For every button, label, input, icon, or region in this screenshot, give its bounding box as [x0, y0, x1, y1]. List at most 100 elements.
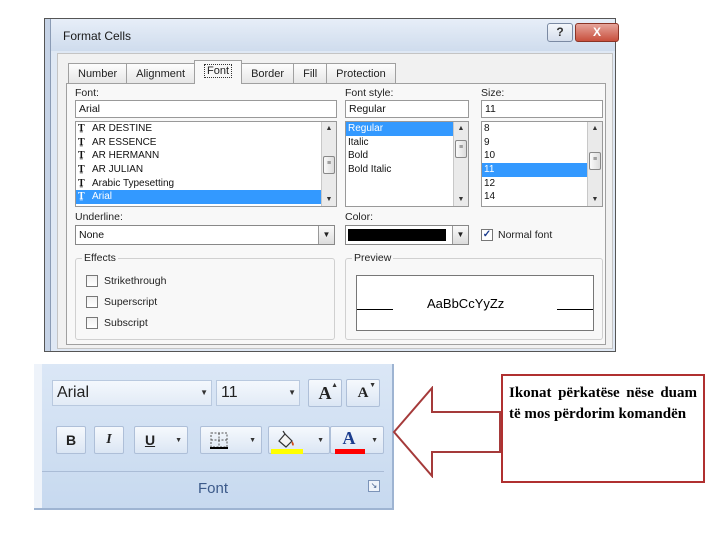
borders-button[interactable]: ▼ [200, 426, 262, 454]
tab-number[interactable]: Number [68, 63, 128, 84]
grow-font-button[interactable]: A ▲ [308, 379, 342, 407]
list-item[interactable]: 10 [482, 149, 602, 163]
truetype-icon: Ṯ [78, 123, 85, 134]
ribbon-font-name: Arial [57, 384, 90, 401]
font-item-label: AR DESTINE [92, 123, 153, 134]
font-label: Font: [75, 87, 99, 99]
color-dropdown[interactable]: ▼ [345, 225, 469, 245]
underline-value: None [79, 229, 105, 241]
subscript-label: Subscript [104, 317, 148, 329]
preview-sample: AaBbCcYyZz [427, 296, 505, 311]
font-item-label: AR ESSENCE [92, 136, 157, 148]
scroll-down-icon[interactable]: ▼ [454, 193, 468, 206]
tab-label: Number [78, 68, 118, 80]
chevron-down-icon[interactable]: ▼ [318, 226, 334, 244]
list-item[interactable]: Bold Italic [346, 163, 468, 177]
list-item[interactable]: Italic [346, 136, 468, 150]
size-input[interactable]: 11 [481, 100, 603, 118]
font-style-label: Font style: [345, 87, 394, 99]
tab-font[interactable]: Font [194, 60, 243, 84]
tab-border[interactable]: Border [241, 63, 295, 84]
font-item-label: Arabic Typesetting [92, 177, 175, 189]
underline-label: Underline: [75, 211, 123, 223]
list-item-selected[interactable]: Ṯ Arial [76, 190, 336, 205]
list-item[interactable]: Ṯ AR HERMANN [76, 149, 336, 163]
preview-title: Preview [352, 252, 394, 264]
list-item[interactable]: 9 [482, 136, 602, 150]
chevron-down-icon[interactable]: ▼ [288, 388, 296, 397]
font-style-scrollbar[interactable]: ▲ ≡ ▼ [453, 122, 468, 206]
normal-font-label: Normal font [498, 229, 553, 241]
list-item[interactable]: Ṯ Arabic Typesetting [76, 177, 336, 191]
effects-title: Effects [82, 252, 118, 264]
ribbon-font-name-combo[interactable]: Arial ▼ [52, 380, 212, 406]
tab-protection[interactable]: Protection [326, 63, 396, 84]
chevron-down-icon[interactable]: ▼ [175, 437, 182, 444]
chevron-down-icon[interactable]: ▼ [317, 437, 324, 444]
arrow-down-icon: ▼ [369, 382, 376, 389]
tab-label: Fill [303, 68, 318, 80]
preview-baseline-right [557, 309, 593, 310]
font-item-label: AR JULIAN [92, 164, 144, 176]
subscript-checkbox[interactable] [86, 317, 98, 329]
list-item[interactable]: 14 [482, 190, 602, 204]
list-item[interactable]: Ṯ AR ESSENCE [76, 136, 336, 150]
ribbon-font-size: 11 [221, 384, 238, 401]
scroll-thumb[interactable]: ≡ [455, 140, 467, 158]
list-item[interactable]: 8 [482, 122, 602, 136]
close-button[interactable]: X [575, 23, 619, 42]
scroll-down-icon[interactable]: ▼ [588, 193, 602, 206]
scroll-up-icon[interactable]: ▲ [322, 122, 336, 135]
scroll-down-icon[interactable]: ▼ [322, 193, 336, 206]
font-color-button[interactable]: A ▼ [330, 426, 384, 454]
tab-alignment[interactable]: Alignment [126, 63, 196, 84]
bold-button[interactable]: B [56, 426, 86, 454]
size-list-scrollbar[interactable]: ▲ ≡ ▼ [587, 122, 602, 206]
font-style-input[interactable]: Regular [345, 100, 469, 118]
font-color-bar [335, 449, 365, 454]
chevron-down-icon[interactable]: ▼ [249, 437, 256, 444]
list-item[interactable]: 12 [482, 177, 602, 191]
preview-baseline-left [357, 309, 393, 310]
ribbon-font-size-combo[interactable]: 11 ▼ [216, 380, 300, 406]
italic-button[interactable]: I [94, 426, 124, 454]
list-item-selected[interactable]: Regular [346, 122, 468, 136]
tab-fill[interactable]: Fill [293, 63, 328, 84]
help-button[interactable]: ? [547, 23, 573, 42]
dialog-launcher-icon[interactable]: ↘ [368, 480, 380, 492]
color-swatch [348, 229, 446, 241]
superscript-checkbox[interactable] [86, 296, 98, 308]
truetype-icon: Ṯ [78, 136, 85, 148]
chevron-down-icon[interactable]: ▼ [452, 226, 468, 244]
fill-color-bar [271, 449, 303, 454]
font-list-scrollbar[interactable]: ▲ ≡ ▼ [321, 122, 336, 206]
list-item[interactable]: Bold [346, 149, 468, 163]
list-item-selected[interactable]: 11 [482, 163, 602, 177]
list-item[interactable]: Ṯ AR JULIAN [76, 163, 336, 177]
underline-button[interactable]: U ▼ [134, 426, 188, 454]
strikethrough-checkbox[interactable] [86, 275, 98, 287]
truetype-icon: Ṯ [78, 150, 85, 162]
bold-icon: B [65, 432, 77, 448]
chevron-down-icon[interactable]: ▼ [200, 388, 208, 397]
scroll-up-icon[interactable]: ▲ [454, 122, 468, 135]
scroll-thumb[interactable]: ≡ [323, 156, 335, 174]
normal-font-checkbox[interactable]: ✓ [481, 229, 493, 241]
tab-label: Alignment [136, 68, 186, 80]
font-list[interactable]: Ṯ AR DESTINE Ṯ AR ESSENCE Ṯ AR HERMANN Ṯ AR … [75, 121, 337, 207]
shrink-font-button[interactable]: A ▼ [346, 379, 380, 407]
font-style-list[interactable]: Regular Italic Bold Bold Italic ▲ ≡ ▼ [345, 121, 469, 207]
size-list[interactable]: 8 9 10 11 12 14 ▲ ≡ ▼ [481, 121, 603, 207]
list-item[interactable]: Ṯ AR DESTINE [76, 122, 336, 136]
chevron-down-icon[interactable]: ▼ [371, 437, 378, 444]
underline-dropdown[interactable]: None ▼ [75, 225, 335, 245]
fill-color-button[interactable]: ▼ [268, 426, 330, 454]
color-label: Color: [345, 211, 374, 223]
dialog-body: Number Alignment Font Border Fill Protec… [57, 53, 613, 349]
font-input[interactable]: Arial [75, 100, 337, 118]
background-window-strip [45, 19, 51, 351]
callout-text: Ikonat përkatëse nëse duam të mos përdor… [509, 385, 697, 422]
scroll-thumb[interactable]: ≡ [589, 152, 601, 170]
truetype-icon: Ṯ [78, 191, 85, 203]
scroll-up-icon[interactable]: ▲ [588, 122, 602, 135]
